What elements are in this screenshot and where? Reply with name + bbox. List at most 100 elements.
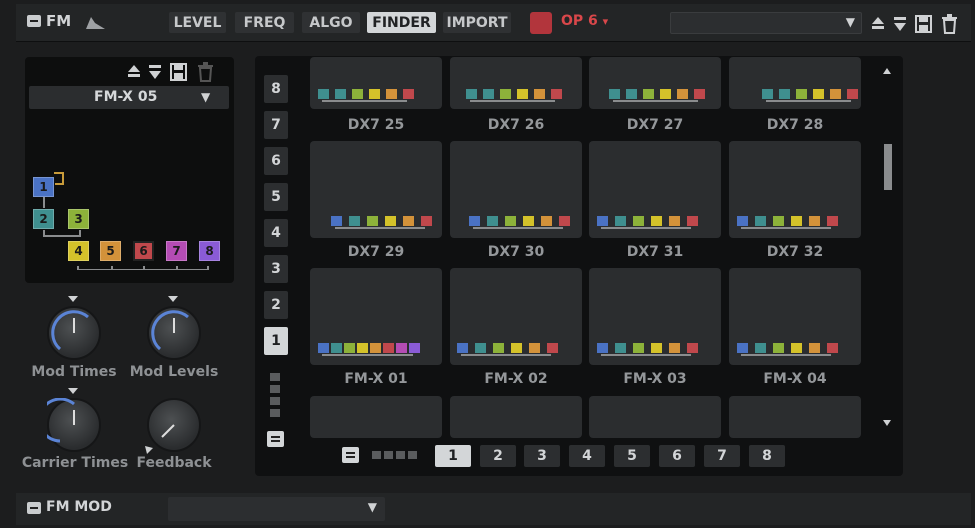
fm-mod-dropdown[interactable]: ▼	[168, 497, 385, 521]
page-scroll-indicator	[372, 451, 417, 459]
operator-mini-icon	[669, 343, 680, 353]
tab-finder[interactable]: FINDER	[367, 12, 436, 33]
algorithm-tile[interactable]	[450, 396, 582, 438]
collapse-icon[interactable]	[27, 502, 41, 514]
operator-mini-icon	[633, 343, 644, 353]
operator-mini-icon	[469, 216, 480, 226]
algorithm-tile[interactable]	[310, 396, 442, 438]
operator-mini-icon	[367, 216, 378, 226]
mod-levels-knob[interactable]	[147, 306, 201, 360]
connection-line	[766, 100, 851, 102]
move-up-icon[interactable]	[871, 16, 885, 32]
page-button-1[interactable]: 1	[435, 445, 471, 467]
operator-mini-icon	[383, 343, 394, 353]
chevron-down-icon: ▼	[201, 90, 211, 104]
operator-color-swatch[interactable]	[530, 12, 552, 34]
algorithm-tile[interactable]	[729, 396, 861, 438]
operator-mini-icon	[409, 343, 420, 353]
operator-3[interactable]: 3	[68, 209, 89, 229]
preset-dropdown[interactable]: ▼	[670, 12, 862, 34]
operator-mini-icon	[559, 216, 570, 226]
trash-icon[interactable]	[197, 62, 214, 82]
mod-times-knob[interactable]	[47, 306, 101, 360]
page-button-8[interactable]: 8	[749, 445, 785, 467]
row-button-7[interactable]: 7	[264, 111, 288, 139]
operator-mini-icon	[626, 89, 637, 99]
trash-icon[interactable]	[941, 14, 958, 34]
preset-name: FM-X 05	[94, 89, 158, 105]
page-button-6[interactable]: 6	[659, 445, 695, 467]
tab-algo[interactable]: ALGO	[302, 12, 360, 33]
operator-mini-icon	[737, 343, 748, 353]
algorithm-preset-selector[interactable]: FM-X 05 ▼	[29, 86, 229, 109]
algorithm-tile-label: FM-X 02	[484, 371, 548, 387]
tab-level[interactable]: LEVEL	[169, 12, 226, 33]
operator-mini-icon	[529, 343, 540, 353]
collapse-icon[interactable]	[27, 15, 41, 27]
operator-1[interactable]: 1	[33, 177, 54, 197]
row-button-8[interactable]: 8	[264, 75, 288, 103]
operator-mini-icon	[669, 216, 680, 226]
move-up-icon[interactable]	[127, 64, 141, 80]
list-view-icon[interactable]	[342, 447, 359, 463]
operator-mini-icon	[847, 89, 858, 99]
operator-mini-icon	[597, 216, 608, 226]
connection-line	[601, 354, 691, 356]
save-icon[interactable]	[170, 63, 187, 81]
algorithm-tile-label: FM-X 03	[623, 371, 687, 387]
connection-line	[322, 100, 407, 102]
algorithm-tile-label: DX7 26	[487, 117, 545, 133]
operator-7[interactable]: 7	[166, 241, 187, 261]
operator-mini-icon	[547, 343, 558, 353]
operator-mini-icon	[369, 89, 380, 99]
row-button-2[interactable]: 2	[264, 291, 288, 319]
operator-mini-icon	[500, 89, 511, 99]
section-title: FM	[46, 12, 72, 30]
list-view-icon[interactable]	[267, 431, 284, 447]
operator-mini-icon	[677, 89, 688, 99]
operator-6[interactable]: 6	[133, 241, 154, 261]
operator-mini-icon	[651, 216, 662, 226]
operator-mini-icon	[344, 343, 355, 353]
tab-import[interactable]: IMPORT	[443, 12, 511, 33]
move-down-icon[interactable]	[893, 16, 907, 32]
row-button-6[interactable]: 6	[264, 147, 288, 175]
row-button-1[interactable]: 1	[264, 327, 288, 355]
operator-4[interactable]: 4	[68, 241, 89, 261]
envelope-icon	[86, 17, 105, 29]
operator-mini-icon	[483, 89, 494, 99]
operator-8[interactable]: 8	[199, 241, 220, 261]
operator-mini-icon	[385, 216, 396, 226]
move-down-icon[interactable]	[148, 64, 162, 80]
carrier-times-knob[interactable]	[47, 398, 101, 452]
operator-mini-icon	[827, 216, 838, 226]
mod-levels-label: Mod Levels	[129, 364, 219, 380]
operator-mini-icon	[457, 343, 468, 353]
row-button-3[interactable]: 3	[264, 255, 288, 283]
finder-scrollbar[interactable]	[880, 64, 894, 430]
algorithm-tile-label: DX7 25	[347, 117, 405, 133]
page-button-5[interactable]: 5	[614, 445, 650, 467]
operator-mini-icon	[773, 343, 784, 353]
row-button-5[interactable]: 5	[264, 183, 288, 211]
page-button-3[interactable]: 3	[524, 445, 560, 467]
operator-mini-icon	[791, 216, 802, 226]
page-button-4[interactable]: 4	[569, 445, 605, 467]
page-button-7[interactable]: 7	[704, 445, 740, 467]
operator-mini-icon	[541, 216, 552, 226]
row-button-4[interactable]: 4	[264, 219, 288, 247]
page-button-2[interactable]: 2	[480, 445, 516, 467]
operator-mini-icon	[386, 89, 397, 99]
operator-5[interactable]: 5	[100, 241, 121, 261]
operator-2[interactable]: 2	[33, 209, 54, 229]
feedback-knob[interactable]	[147, 398, 201, 452]
connection-line	[461, 354, 551, 356]
connection-line	[741, 227, 831, 229]
save-icon[interactable]	[915, 15, 932, 33]
fm-mod-title: FM MOD	[46, 499, 112, 515]
operator-mini-icon	[687, 216, 698, 226]
algorithm-tile[interactable]	[589, 396, 721, 438]
row-scroll-indicator	[270, 373, 280, 417]
operator-selector[interactable]: OP 6 ▾	[561, 13, 608, 29]
tab-freq[interactable]: FREQ	[235, 12, 294, 33]
